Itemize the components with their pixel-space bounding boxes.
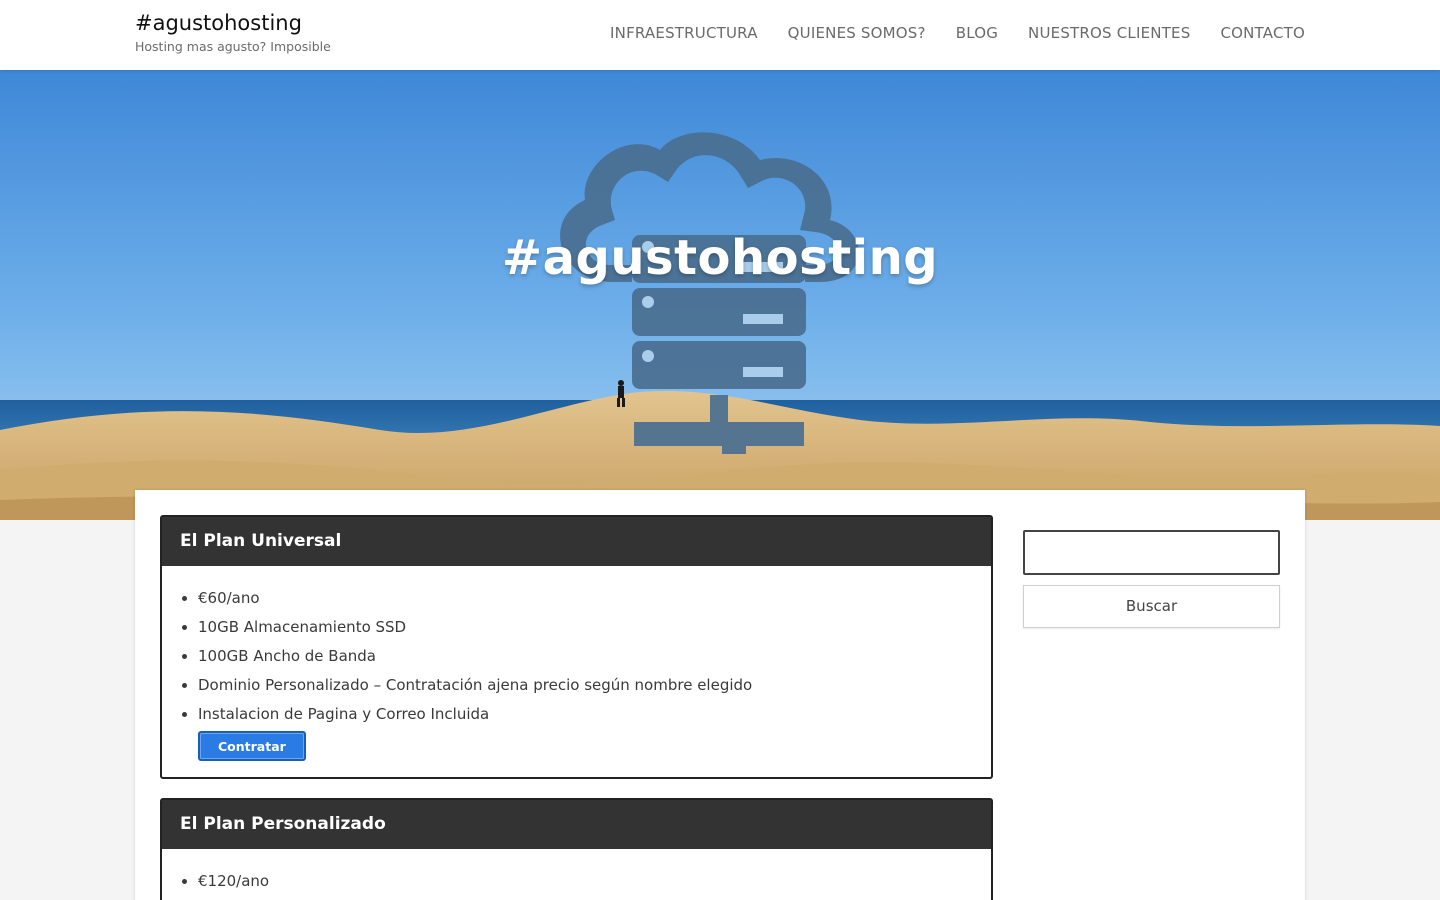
- content-panel: El Plan Universal €60/ano 10GB Almacenam…: [135, 490, 1305, 900]
- contratar-button[interactable]: Contratar: [198, 731, 306, 761]
- nav-blog[interactable]: BLOG: [956, 24, 998, 42]
- nav-nuestros-clientes[interactable]: NUESTROS CLIENTES: [1028, 24, 1190, 42]
- plan-feature: Instalacion de Pagina y Correo Incluida: [198, 700, 971, 729]
- plan-feature: €120/ano: [198, 867, 971, 896]
- plan-features-list: €120/ano: [198, 867, 971, 896]
- search-button[interactable]: Buscar: [1023, 585, 1280, 628]
- hero-title: #agustohosting: [501, 230, 939, 286]
- plan-universal-card: El Plan Universal €60/ano 10GB Almacenam…: [160, 515, 993, 779]
- site-header: #agustohosting Hosting mas agusto? Impos…: [0, 0, 1440, 70]
- nav-contacto[interactable]: CONTACTO: [1220, 24, 1305, 42]
- nav-infraestructura[interactable]: INFRAESTRUCTURA: [610, 24, 758, 42]
- plan-personalizado-card: El Plan Personalizado €120/ano: [160, 798, 993, 900]
- plan-title: El Plan Personalizado: [162, 800, 991, 849]
- plan-feature: 10GB Almacenamiento SSD: [198, 613, 971, 642]
- plan-feature: 100GB Ancho de Banda: [198, 642, 971, 671]
- plan-title: El Plan Universal: [162, 517, 991, 566]
- plan-features-list: €60/ano 10GB Almacenamiento SSD 100GB An…: [198, 584, 971, 729]
- nav-quienes-somos[interactable]: QUIENES SOMOS?: [788, 24, 926, 42]
- plan-feature: Dominio Personalizado – Contratación aje…: [198, 671, 971, 700]
- site-description: Hosting mas agusto? Imposible: [135, 39, 331, 54]
- site-title[interactable]: #agustohosting: [135, 10, 331, 36]
- brand: #agustohosting Hosting mas agusto? Impos…: [135, 10, 331, 54]
- plan-body: €120/ano: [162, 849, 991, 900]
- hero-banner: #agustohosting: [0, 70, 1440, 520]
- hero-background-image: [0, 70, 1440, 520]
- search-input[interactable]: [1023, 530, 1280, 575]
- plan-feature: €60/ano: [198, 584, 971, 613]
- main-nav: INFRAESTRUCTURA QUIENES SOMOS? BLOG NUES…: [610, 24, 1305, 42]
- plan-body: €60/ano 10GB Almacenamiento SSD 100GB An…: [162, 566, 991, 777]
